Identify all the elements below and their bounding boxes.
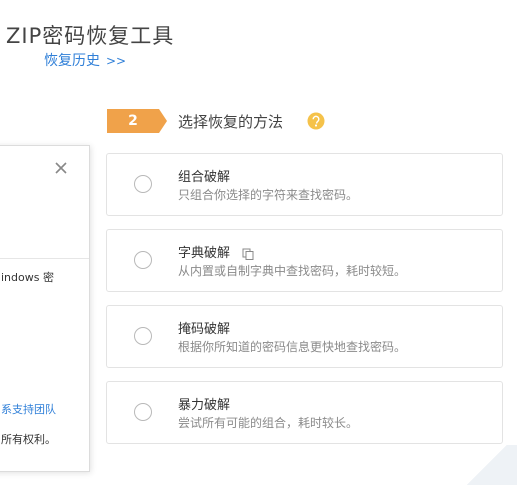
option-combination-attack[interactable]: 组合破解 只组合你选择的字符来查找密码。 [106,153,503,216]
close-icon[interactable] [53,160,69,176]
option-description: 只组合你选择的字符来查找密码。 [178,188,359,202]
radio-button[interactable] [134,327,152,345]
copyright-text: 所有权利。 [1,433,56,446]
option-description: 从内置或自制字典中查找密码，耗时较短。 [178,264,407,278]
option-name: 暴力破解 [178,398,231,413]
background-corner [457,445,517,485]
dictionary-file-icon[interactable] [242,248,254,260]
option-mask-attack[interactable]: 掩码破解 根据你所知道的密码信息更快地查找密码。 [106,305,503,368]
option-name: 掩码破解 [178,322,231,337]
history-link-arrows: >> [106,54,127,68]
popup-dialog: indows 密 系支持团队 所有权利。 [0,145,90,472]
option-description: 尝试所有可能的组合，耗时较长。 [178,416,359,430]
history-link[interactable]: 恢复历史 >> [44,50,126,70]
radio-button[interactable] [134,251,152,269]
step-number: 2 [128,113,138,129]
history-link-label: 恢复历史 [44,53,100,69]
option-name: 字典破解 [178,246,231,261]
option-description: 根据你所知道的密码信息更快地查找密码。 [178,340,407,354]
radio-button[interactable] [134,175,152,193]
help-bulb-icon[interactable] [307,112,325,130]
dialog-body-text: indows 密 [1,271,54,284]
support-team-link[interactable]: 系支持团队 [1,401,56,417]
option-name-wrap: 字典破解 [178,242,254,261]
option-brute-force-attack[interactable]: 暴力破解 尝试所有可能的组合，耗时较长。 [106,381,503,444]
option-name: 组合破解 [178,170,231,185]
radio-button[interactable] [134,403,152,421]
dialog-divider [0,258,89,259]
app-title: ZIP密码恢复工具 [6,24,175,48]
option-dictionary-attack[interactable]: 字典破解 从内置或自制字典中查找密码，耗时较短。 [106,229,503,292]
step-title: 选择恢复的方法 [178,113,284,131]
